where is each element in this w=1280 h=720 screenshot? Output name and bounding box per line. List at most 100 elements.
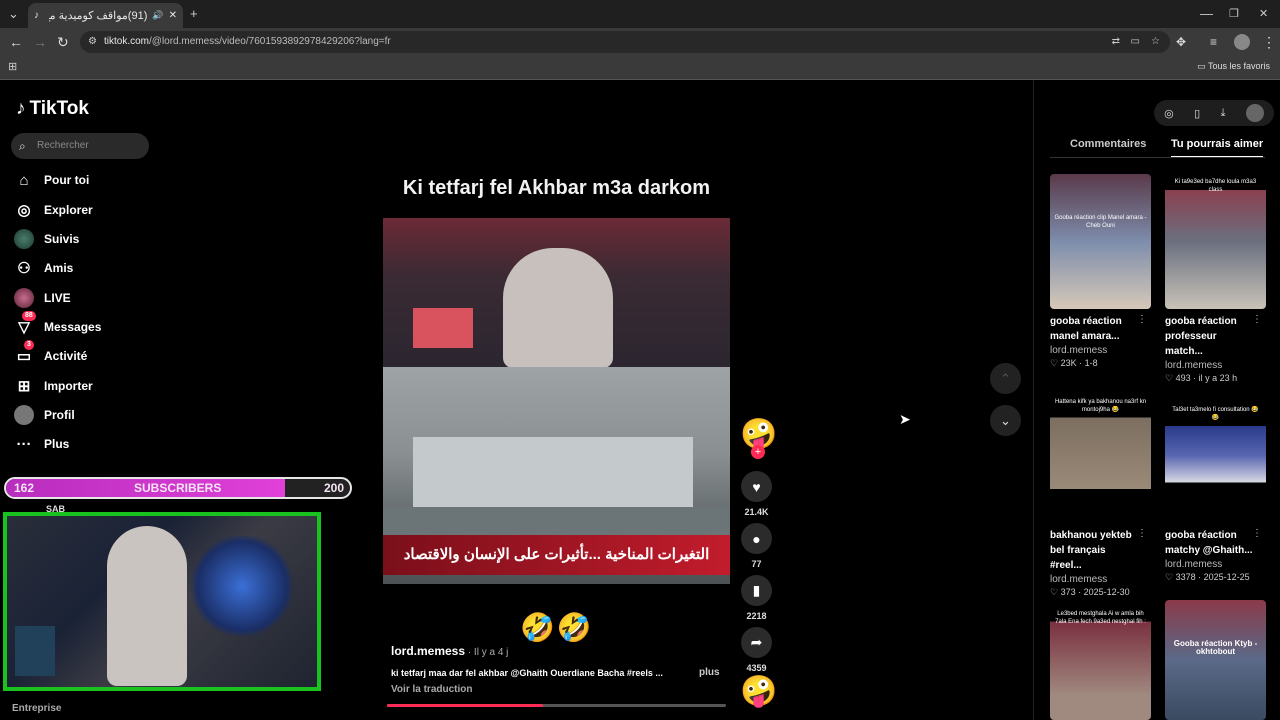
suggested-video-card[interactable]: Tal3et ta3melo fi consultation 😂😂 gooba … [1165, 388, 1266, 583]
hexagon-lights [187, 536, 297, 636]
emoji-overlay: 🤣🤣 [520, 612, 594, 643]
suggested-video-card[interactable]: Gooba réaction clip Manel amara - Cheb O… [1050, 174, 1151, 369]
suggested-video-card[interactable]: Gooba réaction Ktyb - okhtobout [1165, 600, 1266, 720]
folder-icon: ▭ [1197, 61, 1208, 71]
apps-grid-icon[interactable]: ⊞ [8, 60, 17, 73]
url-path: /@lord.memess/video/7601593892978429206?… [149, 36, 391, 47]
webcam-overlay [3, 512, 321, 691]
mouse-cursor-icon: ➤ [899, 411, 911, 427]
video-player[interactable]: التغيرات المناخية ...تأثيرات على الإنسان… [383, 218, 730, 584]
card-author[interactable]: lord.memess [1050, 345, 1151, 356]
card-title: gooba réaction manel amara... [1050, 316, 1122, 342]
video-author[interactable]: lord.memess · Il y a 4 j [391, 644, 508, 658]
messages-icon: ▽ 88 [14, 311, 36, 337]
window-close-icon[interactable]: ✕ [1259, 6, 1268, 22]
new-tab-icon[interactable]: + [190, 6, 198, 22]
card-menu-icon[interactable]: ⋮ [1137, 528, 1147, 539]
nav-importer[interactable]: ⊞ Importer [14, 375, 93, 397]
user-avatar[interactable] [1245, 104, 1264, 122]
subscriber-goal-bar: 162 SUBSCRIBERS 200 [4, 477, 352, 499]
suggested-video-card[interactable]: Ki ta9e3ed ba7dhe loula m3a3 class gooba… [1165, 174, 1266, 384]
nav-plus[interactable]: ··· Plus [14, 433, 70, 455]
nav-activite[interactable]: ▭ 3 Activité [14, 340, 87, 367]
tab-suggestions[interactable]: Tu pourrais aimer [1171, 138, 1264, 158]
extensions-icon[interactable]: ✥ [1176, 34, 1186, 50]
nav-explorer[interactable]: ◎ Explorer [14, 199, 92, 221]
card-author[interactable]: lord.memess [1050, 574, 1151, 585]
nav-live[interactable]: LIVE [14, 287, 71, 309]
bookmark-icon[interactable]: ▮ [741, 575, 772, 606]
video-thumbnail[interactable]: Tal3et ta3melo fi consultation 😂😂 [1165, 388, 1266, 523]
search-input[interactable]: ⌕ Rechercher [11, 133, 149, 159]
video-thumbnail[interactable]: Le3bed mestghala Ai w amla bih 7ala Ena … [1050, 600, 1151, 720]
tab-comments[interactable]: Commentaires [1070, 138, 1146, 150]
messages-badge: 88 [22, 311, 36, 321]
restore-icon[interactable]: ❐ [1229, 6, 1239, 22]
card-author[interactable]: lord.memess [1165, 360, 1266, 371]
scroll-down-icon[interactable]: ⌄ [990, 405, 1021, 436]
video-thumbnail[interactable]: Gooba réaction clip Manel amara - Cheb O… [1050, 174, 1151, 309]
nav-amis[interactable]: ⚇ Amis [14, 257, 73, 279]
video-title-overlay: Ki tetfarj fel Akhbar m3a darkom [402, 177, 711, 199]
url-host: tiktok.com [104, 36, 150, 47]
forward-icon[interactable]: → [33, 34, 47, 50]
reload-icon[interactable]: ↻ [57, 34, 69, 50]
translate-link[interactable]: Voir la traduction [391, 684, 473, 695]
tab-list-icon[interactable]: ⌄ [8, 6, 19, 22]
video-time: · Il y a 4 j [465, 647, 509, 658]
comment-action[interactable]: ● 77 [741, 523, 772, 569]
translate-icon[interactable]: ⇄ [1112, 31, 1120, 53]
nav-pour-toi[interactable]: ⌂ Pour toi [14, 169, 89, 191]
reactor-figure [503, 248, 613, 368]
card-author[interactable]: lord.memess [1165, 559, 1266, 570]
music-disc-avatar[interactable]: 🤪 [740, 677, 777, 707]
profile-avatar [14, 405, 34, 425]
speaker-icon[interactable]: 🔊 [152, 10, 163, 21]
tab-close-icon[interactable]: ✕ [169, 10, 177, 21]
nav-messages[interactable]: ▽ 88 Messages [14, 311, 101, 338]
suggested-video-card[interactable]: Le3bed mestghala Ai w amla bih 7ala Ena … [1050, 600, 1151, 720]
card-meta: ♡ 373 · 2025-12-30 [1050, 587, 1130, 597]
video-thumbnail[interactable]: Hattena kifk ya bakhanou na3rf kn montoj… [1050, 388, 1151, 523]
nav-profil[interactable]: Profil [14, 404, 75, 426]
comment-count: 77 [751, 559, 762, 569]
suggested-video-card[interactable]: Hattena kifk ya bakhanou na3rf kn montoj… [1050, 388, 1151, 598]
video-description: ki tetfarj maa dar fel akhbar @Ghaith Ou… [391, 668, 663, 678]
like-action[interactable]: ♥ 21.4K [741, 471, 772, 517]
share-icon[interactable]: ➦ [741, 627, 772, 658]
heart-icon[interactable]: ♥ [741, 471, 772, 502]
phone-icon[interactable]: ▯ [1194, 107, 1200, 120]
card-menu-icon[interactable]: ⋮ [1137, 314, 1147, 325]
media-controls-icon[interactable]: ≡ [1210, 34, 1217, 50]
video-progress-bar[interactable] [387, 704, 726, 707]
download-icon[interactable]: ⤓ [1221, 107, 1226, 120]
comment-icon[interactable]: ● [741, 523, 772, 554]
card-menu-icon[interactable]: ⋮ [1252, 314, 1262, 325]
card-menu-icon[interactable]: ⋮ [1252, 528, 1262, 539]
menu-icon[interactable]: ⋮ [1262, 34, 1276, 50]
more-link[interactable]: plus [699, 667, 720, 678]
bookmark-star-icon[interactable]: ☆ [1151, 31, 1160, 53]
back-icon[interactable]: ← [9, 34, 23, 50]
video-reaction-frame [383, 218, 730, 368]
video-thumbnail[interactable]: Ki ta9e3ed ba7dhe loula m3a3 class [1165, 174, 1266, 309]
nav-suivis[interactable]: Suivis [14, 228, 79, 250]
all-bookmarks[interactable]: ▭ Tous les favoris [1197, 61, 1270, 72]
site-info-icon[interactable]: ⚙ [88, 31, 97, 53]
save-action[interactable]: ▮ 2218 [741, 575, 772, 621]
more-icon: ··· [16, 435, 32, 453]
url-field[interactable]: ⚙ tiktok.com/@lord.memess/video/76015938… [80, 31, 1170, 53]
cast-icon[interactable]: ▭ [1131, 31, 1140, 53]
minimize-icon[interactable]: — [1200, 6, 1213, 22]
browser-tab[interactable]: ♪ (91)مواقف كوميدية مع غيث 🔊 ✕ [28, 3, 183, 28]
scroll-up-icon[interactable]: ⌃ [990, 363, 1021, 394]
share-action[interactable]: ➦ 4359 [741, 627, 772, 673]
footer-entreprise[interactable]: Entreprise [12, 703, 61, 714]
video-thumbnail[interactable]: Gooba réaction Ktyb - okhtobout [1165, 600, 1266, 720]
compass-tool-icon[interactable]: ◎ [1164, 107, 1174, 120]
jersey-shape [413, 308, 473, 348]
profile-avatar-icon[interactable] [1234, 34, 1250, 50]
tiktok-logo[interactable]: ♪ TikTok [16, 98, 89, 120]
tiktok-favicon-icon: ♪ [34, 9, 39, 21]
follow-plus-icon[interactable]: + [751, 445, 765, 459]
